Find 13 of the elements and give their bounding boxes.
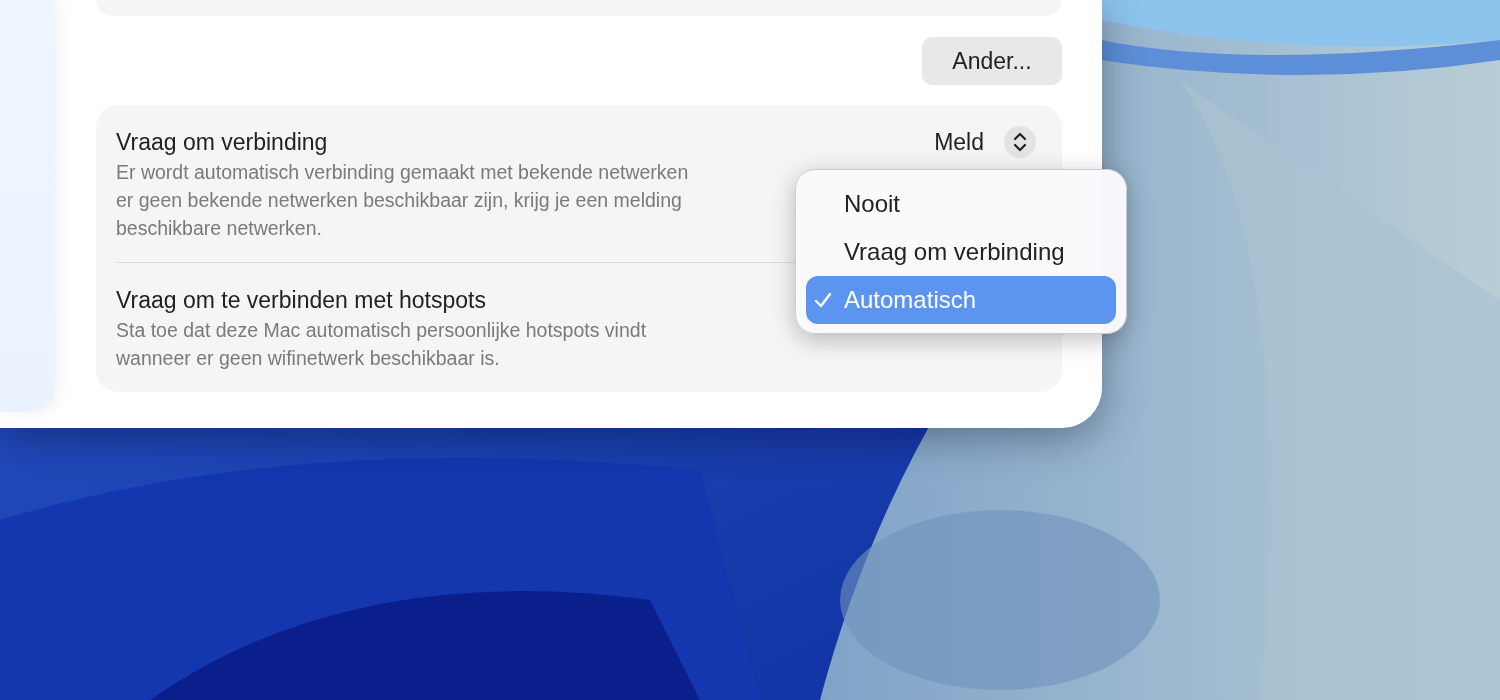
setting-description: Sta toe dat deze Mac automatisch persoonlijke hotspots vindt bbox=[116, 318, 647, 343]
setting-description: beschikbare netwerken. bbox=[116, 216, 322, 241]
menu-item[interactable]: Nooit bbox=[806, 180, 1116, 228]
menu-item[interactable]: Vraag om verbinding bbox=[806, 228, 1116, 276]
setting-description: er geen bekende netwerken beschikbaar zijn, krijg je een melding bbox=[116, 188, 682, 213]
checkmark-icon bbox=[814, 291, 832, 309]
other-button[interactable]: Ander... bbox=[922, 37, 1062, 85]
popup-button[interactable]: Meld bbox=[934, 126, 1036, 158]
setting-description: wanneer er geen wifinetwerk beschikbaar is. bbox=[116, 346, 500, 371]
chevron-icon bbox=[1004, 126, 1036, 158]
setting-title: Vraag om te verbinden met hotspots bbox=[116, 286, 486, 315]
setting-description: Er wordt automatisch verbinding gemaakt met bekende netwerken bbox=[116, 160, 689, 185]
setting-title: Vraag om verbinding bbox=[116, 128, 328, 157]
